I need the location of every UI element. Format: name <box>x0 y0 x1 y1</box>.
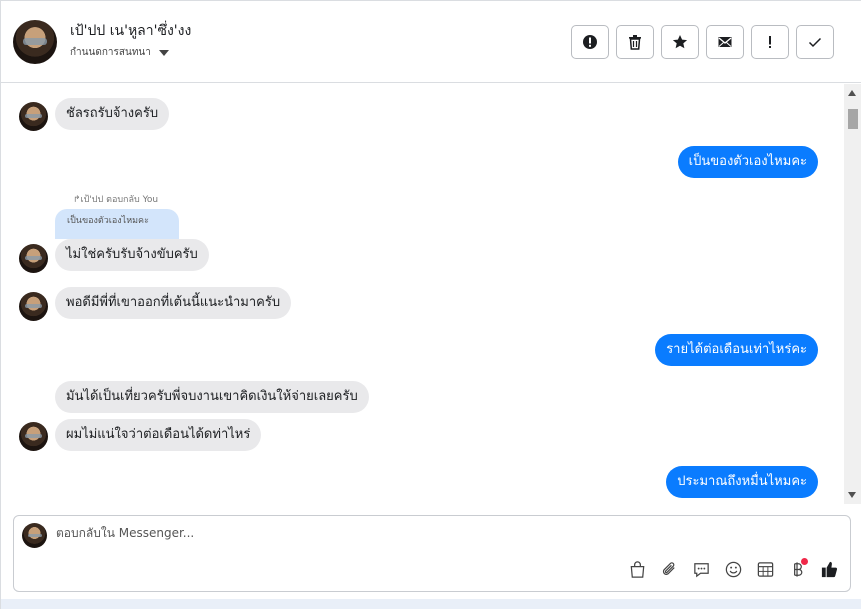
incoming-message[interactable]: ชัลรถรับจ้างครับ <box>55 98 170 130</box>
scroll-thumb[interactable] <box>848 109 858 129</box>
trash-icon <box>629 35 641 50</box>
notification-dot <box>801 558 808 565</box>
scroll-down-arrow-icon[interactable] <box>848 492 856 498</box>
conversation-status-label: กำนนดการสนทนา <box>70 47 151 58</box>
emoji-icon <box>725 561 741 577</box>
mark-unread-button[interactable] <box>706 25 744 59</box>
chevron-down-icon <box>158 49 169 56</box>
table-icon <box>757 561 773 577</box>
check-icon <box>808 37 822 48</box>
quoted-message[interactable]: เป็นของตัวเองไหมคะ <box>55 209 179 239</box>
attach-button[interactable] <box>658 558 680 580</box>
alert-circle-icon <box>583 35 597 49</box>
conversation-window: เป้'ปป เน'หูลา'ซึ่ง'งง กำนนดการสนทนา ชัล… <box>0 0 861 609</box>
incoming-message[interactable]: ไม่ใช่ครับรับจ้างขับครับ <box>55 239 209 271</box>
shop-button[interactable] <box>626 558 648 580</box>
message-thread: ชัลรถรับจ้างครับ เป็นของตัวเองไหมคะ ↱เป้… <box>1 84 861 504</box>
sender-avatar[interactable] <box>19 422 48 451</box>
sender-avatar[interactable] <box>19 292 48 321</box>
scroll-up-arrow-icon[interactable] <box>848 90 856 96</box>
outgoing-message[interactable]: รายได้ต่อเดือนเท่าไหร่คะ <box>655 334 818 366</box>
reply-input[interactable] <box>56 526 556 540</box>
page-footer <box>1 599 861 609</box>
send-like-button[interactable] <box>818 558 840 580</box>
payment-button[interactable] <box>786 558 808 580</box>
mail-icon <box>718 37 732 47</box>
mark-done-button[interactable] <box>796 25 834 59</box>
incoming-message[interactable]: พอดีมีพี่ที่เขาออกที่เต้นนี้แนะนำมาครับ <box>55 287 292 319</box>
thumbs-up-icon <box>821 561 837 577</box>
exclamation-icon <box>769 36 771 48</box>
contact-name[interactable]: เป้'ปป เน'หูลา'ซึ่ง'งง <box>70 20 191 42</box>
contact-avatar[interactable] <box>13 20 57 64</box>
outgoing-message[interactable]: เป็นของตัวเองไหมคะ <box>677 146 818 178</box>
sender-avatar[interactable] <box>19 244 48 273</box>
outgoing-message[interactable]: ประมาณถึงหมื่นไหมคะ <box>666 466 818 498</box>
reply-arrow-icon: ↱ <box>73 195 81 205</box>
incoming-message[interactable]: มันได้เป็นเที่ยวครับพี่จบงานเขาคิดเงินให… <box>55 381 369 413</box>
reply-composer <box>13 515 851 592</box>
chat-bubble-icon <box>693 562 709 577</box>
follow-up-button[interactable] <box>751 25 789 59</box>
star-button[interactable] <box>661 25 699 59</box>
thread-scrollbar[interactable] <box>844 84 861 504</box>
saved-replies-button[interactable] <box>690 558 712 580</box>
conversation-status-dropdown[interactable]: กำนนดการสนทนา <box>70 45 169 60</box>
emoji-button[interactable] <box>722 558 744 580</box>
delete-button[interactable] <box>616 25 654 59</box>
conversation-header: เป้'ปป เน'หูลา'ซึ่ง'งง กำนนดการสนทนา <box>1 1 861 83</box>
bag-icon <box>630 560 644 578</box>
sender-avatar[interactable] <box>19 102 48 131</box>
reply-indicator: ↱เป้'ปป ตอบกลับ You <box>73 195 159 205</box>
header-actions <box>571 25 834 59</box>
spam-button[interactable] <box>571 25 609 59</box>
page-avatar <box>22 523 47 548</box>
star-icon <box>672 35 688 49</box>
appointment-button[interactable] <box>754 558 776 580</box>
composer-toolbar <box>626 558 840 580</box>
paperclip-icon <box>662 561 675 575</box>
incoming-message[interactable]: ผมไม่แน่ใจว่าต่อเดือนได้ดท่าไหร่ <box>55 419 262 451</box>
